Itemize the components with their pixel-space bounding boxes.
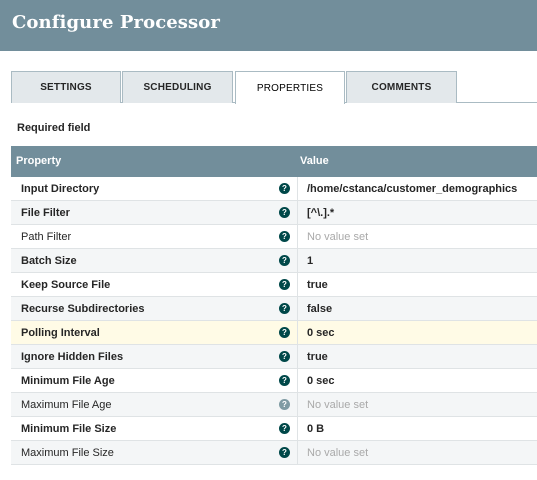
- property-value[interactable]: /home/cstanca/customer_demographics: [307, 183, 517, 195]
- column-divider: [297, 297, 298, 321]
- property-name: Polling Interval: [21, 327, 100, 339]
- column-divider: [297, 177, 298, 201]
- property-value[interactable]: 0 sec: [307, 375, 335, 387]
- property-name: Recurse Subdirectories: [21, 303, 145, 315]
- property-value[interactable]: true: [307, 351, 328, 363]
- table-row[interactable]: Ignore Hidden Files ? true: [11, 345, 537, 369]
- column-header-value[interactable]: Value: [300, 155, 329, 167]
- tab-scheduling[interactable]: SCHEDULING: [122, 71, 233, 103]
- column-divider: [297, 225, 298, 249]
- tab-settings[interactable]: SETTINGS: [11, 71, 121, 103]
- table-row[interactable]: Maximum File Age ? No value set: [11, 393, 537, 417]
- property-value[interactable]: false: [307, 303, 332, 315]
- column-divider: [297, 273, 298, 297]
- property-value[interactable]: 0 sec: [307, 327, 335, 339]
- property-name: Input Directory: [21, 183, 100, 195]
- table-row[interactable]: Path Filter ? No value set: [11, 225, 537, 249]
- property-name: Ignore Hidden Files: [21, 351, 124, 363]
- question-circle-icon[interactable]: ?: [279, 207, 290, 218]
- tab-bar: SETTINGS SCHEDULING PROPERTIES COMMENTS: [11, 71, 537, 104]
- tab-comments[interactable]: COMMENTS: [346, 71, 457, 103]
- table-row[interactable]: Keep Source File ? true: [11, 273, 537, 297]
- property-name: Minimum File Age: [21, 375, 115, 387]
- property-value[interactable]: 0 B: [307, 423, 324, 435]
- table-row[interactable]: Batch Size ? 1: [11, 249, 537, 273]
- property-value[interactable]: true: [307, 279, 328, 291]
- property-value[interactable]: No value set: [307, 447, 368, 459]
- question-circle-icon[interactable]: ?: [279, 255, 290, 266]
- table-row[interactable]: Minimum File Age ? 0 sec: [11, 369, 537, 393]
- column-divider: [297, 441, 298, 465]
- property-value[interactable]: [^\.].*: [307, 207, 334, 219]
- question-circle-icon[interactable]: ?: [279, 279, 290, 290]
- question-circle-icon[interactable]: ?: [279, 423, 290, 434]
- property-name: Maximum File Size: [21, 447, 114, 459]
- property-name: Minimum File Size: [21, 423, 117, 435]
- table-row[interactable]: Recurse Subdirectories ? false: [11, 297, 537, 321]
- column-divider: [297, 321, 298, 345]
- dialog-header: Configure Processor: [0, 0, 537, 51]
- table-row[interactable]: Polling Interval ? 0 sec: [11, 321, 537, 345]
- property-name: Path Filter: [21, 231, 72, 243]
- question-circle-icon[interactable]: ?: [279, 327, 290, 338]
- column-divider: [297, 201, 298, 225]
- table-row[interactable]: Minimum File Size ? 0 B: [11, 417, 537, 441]
- table-row[interactable]: Input Directory ? /home/cstanca/customer…: [11, 177, 537, 201]
- property-name: Maximum File Age: [21, 399, 112, 411]
- properties-table-body: Input Directory ? /home/cstanca/customer…: [11, 177, 537, 465]
- dialog-title: Configure Processor: [12, 12, 220, 33]
- property-value[interactable]: 1: [307, 255, 313, 267]
- question-circle-icon[interactable]: ?: [279, 231, 290, 242]
- property-name: Keep Source File: [21, 279, 111, 291]
- question-circle-icon[interactable]: ?: [279, 183, 290, 194]
- property-name: File Filter: [21, 207, 70, 219]
- property-value[interactable]: No value set: [307, 231, 368, 243]
- table-row[interactable]: File Filter ? [^\.].*: [11, 201, 537, 225]
- properties-table-header: Property Value: [11, 146, 537, 177]
- required-field-label: Required field: [17, 122, 91, 134]
- tab-properties[interactable]: PROPERTIES: [235, 71, 345, 104]
- column-header-property[interactable]: Property: [16, 155, 61, 167]
- table-row[interactable]: Maximum File Size ? No value set: [11, 441, 537, 465]
- question-circle-icon[interactable]: ?: [279, 447, 290, 458]
- question-circle-icon[interactable]: ?: [279, 303, 290, 314]
- property-name: Batch Size: [21, 255, 77, 267]
- column-divider: [297, 249, 298, 273]
- question-circle-icon[interactable]: ?: [279, 375, 290, 386]
- column-divider: [297, 417, 298, 441]
- column-divider: [297, 393, 298, 417]
- column-divider: [297, 345, 298, 369]
- column-divider: [297, 369, 298, 393]
- property-value[interactable]: No value set: [307, 399, 368, 411]
- question-circle-icon[interactable]: ?: [279, 351, 290, 362]
- question-circle-icon[interactable]: ?: [279, 399, 290, 410]
